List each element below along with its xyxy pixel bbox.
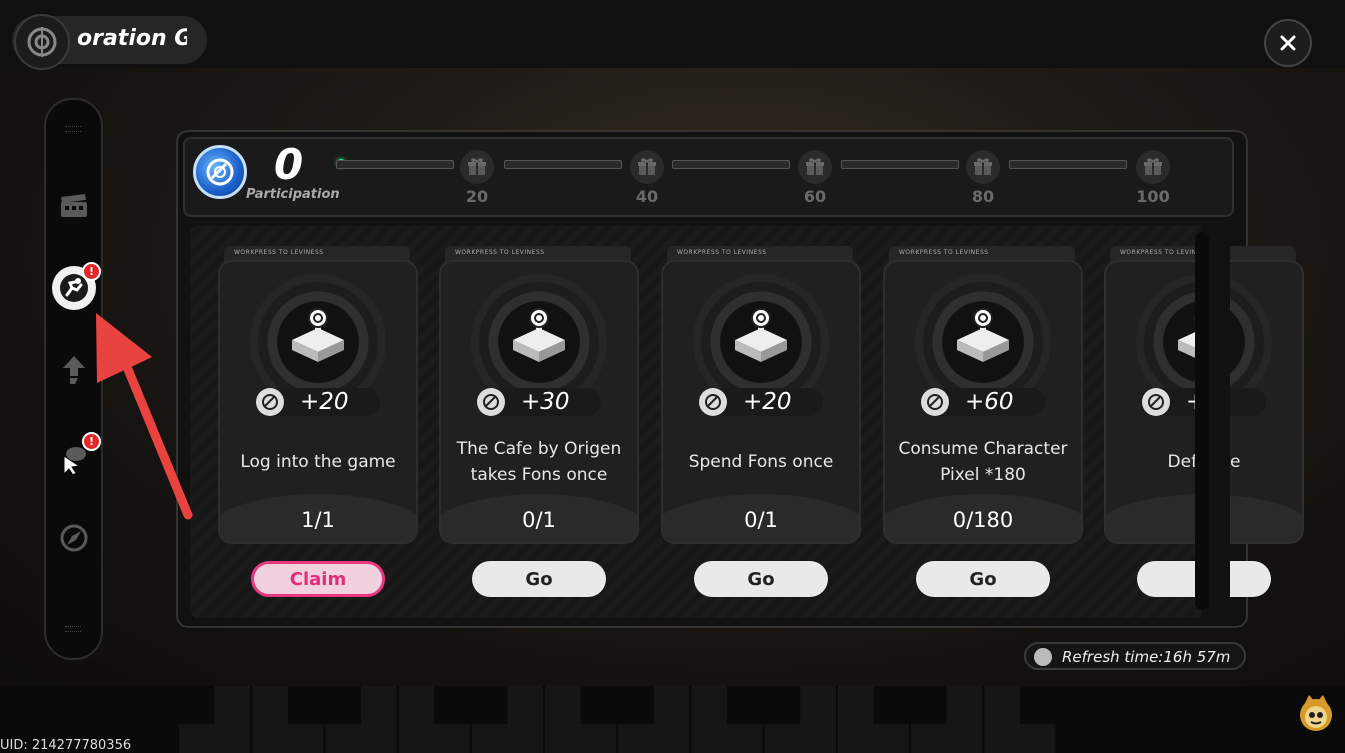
milestone-gift-60[interactable] [798,150,832,184]
reward-amount: +30 [521,389,570,415]
task-title: The Cafe by Origen takes Fons once [456,439,622,485]
task-title: Spend Fons once [688,452,834,472]
card-tab-label: WORKPRESS TO LEVINESS [899,249,989,256]
user-id: UID: 214277780356 [0,738,132,753]
task-progress: 0/1 [744,508,778,532]
card-tab-label: WORKPRESS TO LEVINESS [234,249,324,256]
sidebar-item-daily-tasks[interactable]: ! [52,262,101,310]
participation-coin-icon [477,388,505,416]
close-icon [1280,35,1296,51]
milestone-label: 80 [971,187,995,206]
progress-track [1009,160,1127,169]
gift-icon [974,158,992,175]
task-title: Consume Character Pixel *180 [898,439,1068,485]
reward-amount: +20 [300,389,349,415]
joystick-icon [735,308,787,362]
progress-track [336,160,454,169]
joystick-icon [957,308,1009,362]
sidebar-item-compass[interactable] [52,516,96,560]
sidebar-item-clapperboard[interactable] [52,184,96,228]
card-body: +30 The Cafe by Origen takes Fons once 0/1 [439,260,639,544]
notification-badge: ! [82,262,101,281]
milestone-gift-20[interactable] [460,150,494,184]
sidebar-top-grip [65,126,81,132]
sidebar: ! ! [44,98,103,660]
task-progress: 1/1 [301,508,335,532]
card-tab-label: WORKPRESS TO LEVINESS [455,249,545,256]
task-card: WORKPRESS TO LEVINESS +60 Consume Characte… [883,246,1083,544]
participation-label: Participation [246,187,340,202]
milestone-label: 100 [1136,187,1170,206]
card-body: +20 Log into the game 1/1 [218,260,418,544]
milestone-gift-80[interactable] [966,150,1000,184]
progress-track [504,160,622,169]
joystick-icon [292,308,344,362]
participation-value: 0 [274,140,304,189]
mascot-icon [1297,693,1335,733]
card-body: +20 Spend Fons once 0/1 [661,260,861,544]
milestone-gift-40[interactable] [630,150,664,184]
task-list-scrollbar[interactable] [1195,232,1209,610]
progress-track [841,160,959,169]
compass-icon [60,524,88,552]
go-button[interactable]: Go [694,561,828,597]
reward-pill: +20 [256,388,380,416]
gift-icon [638,158,656,175]
reward-amount: +60 [965,389,1014,415]
gift-icon [468,158,486,175]
participation-coin-icon [921,388,949,416]
background-lettering: ▟▙▟▙▟▙▟▙▟▙▟▙ [180,686,1059,753]
sidebar-item-upgrade[interactable] [52,348,96,392]
reward-pill: +60 [921,388,1045,416]
card-body: +60 Consume Character Pixel *180 0/180 [883,260,1083,544]
task-progress: 0/1 [522,508,556,532]
reward-pill: +30 [477,388,601,416]
go-button[interactable]: Go [472,561,606,597]
reward-amount: +20 [743,389,792,415]
task-title: Log into the game [240,452,396,472]
close-button[interactable] [1264,19,1312,67]
game-logo-icon [14,14,70,70]
upgrade-arrow-icon [63,356,85,384]
go-button[interactable]: Go [916,561,1050,597]
notification-badge: ! [82,432,101,451]
participation-coin-icon [256,388,284,416]
task-card: WORKPRESS TO LEVINESS +20 Log into the gam… [218,246,418,544]
clapperboard-icon [61,194,87,217]
refresh-time-text: Refresh time:16h 57m [1062,648,1231,666]
milestone-label: 60 [803,187,827,206]
participation-progress [183,137,1234,217]
participation-icon [193,145,247,199]
bottom-band: ▟▙▟▙▟▙▟▙▟▙▟▙ [0,686,1345,753]
task-card: WORKPRESS TO LEVINESS +20 Spend Fons once 0… [661,246,861,544]
participation-coin-icon [1142,388,1170,416]
sidebar-item-event[interactable]: ! [52,432,101,482]
refresh-timer: Refresh time:16h 57m [1024,642,1246,670]
gift-icon [806,158,824,175]
card-tab-label: WORKPRESS TO LEVINESS [677,249,767,256]
gift-icon [1144,158,1162,175]
participation-coin-icon [699,388,727,416]
task-card: WORKPRESS TO LEVINESS +30 The Cafe by Orig… [439,246,639,544]
progress-track [672,160,790,169]
task-progress: 0/180 [952,508,1014,532]
page-title: oration Gu [77,26,187,51]
milestone-label: 20 [465,187,489,206]
milestone-gift-100[interactable] [1136,150,1170,184]
reward-pill: +20 [699,388,823,416]
sidebar-bottom-grip [65,626,81,632]
joystick-icon [513,308,565,362]
clock-icon [1034,648,1052,666]
claim-button[interactable]: Claim [251,561,385,597]
milestone-label: 40 [635,187,659,206]
